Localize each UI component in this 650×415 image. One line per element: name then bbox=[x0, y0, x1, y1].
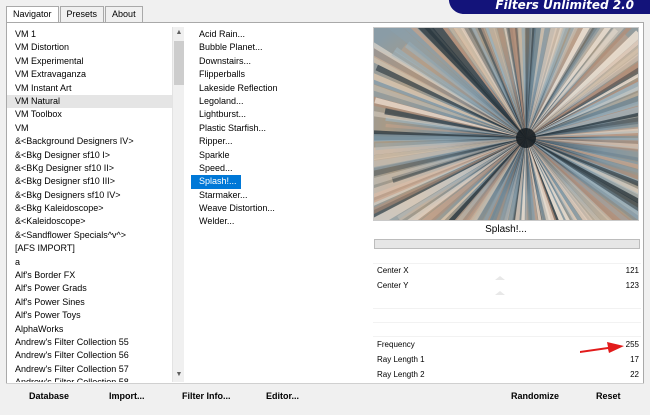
category-item[interactable]: VM Instant Art bbox=[7, 82, 172, 95]
scroll-thumb[interactable] bbox=[174, 41, 184, 85]
database-button[interactable]: Database bbox=[29, 391, 69, 401]
category-item[interactable]: VM bbox=[7, 122, 172, 135]
category-item[interactable]: &<Bkg Designer sf10 I> bbox=[7, 149, 172, 162]
param-slot-empty bbox=[373, 296, 641, 309]
category-item[interactable]: &<Bkg Designer sf10 III> bbox=[7, 175, 172, 188]
param-value: 17 bbox=[630, 355, 639, 364]
preview-filter-name: Splash!... bbox=[485, 224, 527, 235]
category-item[interactable]: Andrew's Filter Collection 56 bbox=[7, 349, 172, 362]
category-item[interactable]: &<BKg Designer sf10 II> bbox=[7, 162, 172, 175]
filter-item[interactable]: Lakeside Reflection bbox=[191, 82, 366, 95]
category-item[interactable]: VM Toolbox bbox=[7, 108, 172, 121]
category-item[interactable]: &<Sandflower Specials^v^> bbox=[7, 229, 172, 242]
category-item[interactable]: Alf's Power Grads bbox=[7, 282, 172, 295]
param-value: 22 bbox=[630, 370, 639, 379]
category-item[interactable]: Andrew's Filter Collection 57 bbox=[7, 363, 172, 376]
param-label: Frequency bbox=[377, 340, 415, 349]
tab-presets[interactable]: Presets bbox=[59, 6, 105, 22]
reset-button[interactable]: Reset bbox=[596, 391, 621, 401]
category-item[interactable]: [AFS IMPORT] bbox=[7, 242, 172, 255]
filter-list[interactable]: Acid Rain... Bubble Planet... Downstairs..… bbox=[191, 27, 366, 382]
filter-item[interactable]: Welder... bbox=[191, 215, 366, 228]
bottom-toolbar: Database Import... Filter Info... Editor… bbox=[6, 383, 644, 410]
param-value: 255 bbox=[625, 340, 639, 349]
filter-item[interactable]: Plastic Starfish... bbox=[191, 122, 366, 135]
brand-title: Filters Unlimited 2.0 bbox=[495, 0, 634, 12]
filter-item[interactable]: Ripper... bbox=[191, 135, 366, 148]
filter-item[interactable]: Lightburst... bbox=[191, 108, 366, 121]
red-arrow-icon bbox=[580, 342, 624, 353]
category-item[interactable]: Andrew's Filter Collection 55 bbox=[7, 336, 172, 349]
param-label: Center Y bbox=[377, 281, 409, 290]
category-scrollbar[interactable]: ▲ ▼ bbox=[172, 27, 184, 382]
tab-navigator[interactable]: Navigator bbox=[6, 6, 59, 23]
tab-about[interactable]: About bbox=[105, 6, 143, 22]
filter-item[interactable]: Flipperballs bbox=[191, 68, 366, 81]
category-item[interactable]: &<Bkg Kaleidoscope> bbox=[7, 202, 172, 215]
category-item[interactable]: VM Natural bbox=[7, 94, 172, 109]
param-slot-empty bbox=[373, 251, 641, 264]
param-label: Ray Length 1 bbox=[377, 355, 425, 364]
category-item[interactable]: &<Bkg Designers sf10 IV> bbox=[7, 189, 172, 202]
filter-item[interactable]: Speed... bbox=[191, 162, 366, 175]
preview-image bbox=[373, 27, 639, 221]
filter-item[interactable]: Downstairs... bbox=[191, 55, 366, 68]
param-value: 123 bbox=[625, 281, 639, 290]
param-label: Ray Length 2 bbox=[377, 370, 425, 379]
tab-bar: Navigator Presets About bbox=[6, 6, 144, 23]
filter-item[interactable]: Starmaker... bbox=[191, 189, 366, 202]
param-slot-empty bbox=[373, 324, 641, 337]
param-center-x[interactable]: Center X 121 bbox=[373, 264, 641, 278]
editor-button[interactable]: Editor... bbox=[266, 391, 299, 401]
scroll-up-icon[interactable]: ▲ bbox=[173, 27, 185, 39]
category-list[interactable]: VM 1 VM Distortion VM Experimental VM Extra… bbox=[7, 27, 172, 382]
category-item[interactable]: VM Distortion bbox=[7, 41, 172, 54]
randomize-button[interactable]: Randomize bbox=[511, 391, 559, 401]
scroll-down-icon[interactable]: ▼ bbox=[173, 369, 185, 381]
progress-bar bbox=[374, 239, 640, 249]
filter-info-button[interactable]: Filter Info... bbox=[182, 391, 231, 401]
category-item[interactable]: AlphaWorks bbox=[7, 323, 172, 336]
filter-item[interactable]: Splash!... bbox=[191, 175, 241, 189]
category-item[interactable]: Alf's Border FX bbox=[7, 269, 172, 282]
slider-tick-icon bbox=[495, 291, 505, 295]
category-item[interactable]: VM Extravaganza bbox=[7, 68, 172, 81]
category-item[interactable]: VM Experimental bbox=[7, 55, 172, 68]
param-value: 121 bbox=[625, 266, 639, 275]
category-item[interactable]: VM 1 bbox=[7, 28, 172, 41]
import-button[interactable]: Import... bbox=[109, 391, 145, 401]
category-item[interactable]: a bbox=[7, 256, 172, 269]
category-item[interactable]: Andrew's Filter Collection 58 bbox=[7, 376, 172, 382]
category-item[interactable]: Alf's Power Toys bbox=[7, 309, 172, 322]
category-item[interactable]: &<Kaleidoscope> bbox=[7, 215, 172, 228]
param-ray-length-2[interactable]: Ray Length 2 22 bbox=[373, 368, 641, 382]
param-center-y[interactable]: Center Y 123 bbox=[373, 279, 641, 293]
category-item[interactable]: &<Background Designers IV> bbox=[7, 135, 172, 148]
filter-item[interactable]: Bubble Planet... bbox=[191, 41, 366, 54]
category-item[interactable]: Alf's Power Sines bbox=[7, 296, 172, 309]
filter-item[interactable]: Sparkle bbox=[191, 149, 366, 162]
param-slot-empty bbox=[373, 310, 641, 323]
filter-item[interactable]: Acid Rain... bbox=[191, 28, 366, 41]
param-label: Center X bbox=[377, 266, 409, 275]
filter-item[interactable]: Legoland... bbox=[191, 95, 366, 108]
filter-item[interactable]: Weave Distortion... bbox=[191, 202, 366, 215]
